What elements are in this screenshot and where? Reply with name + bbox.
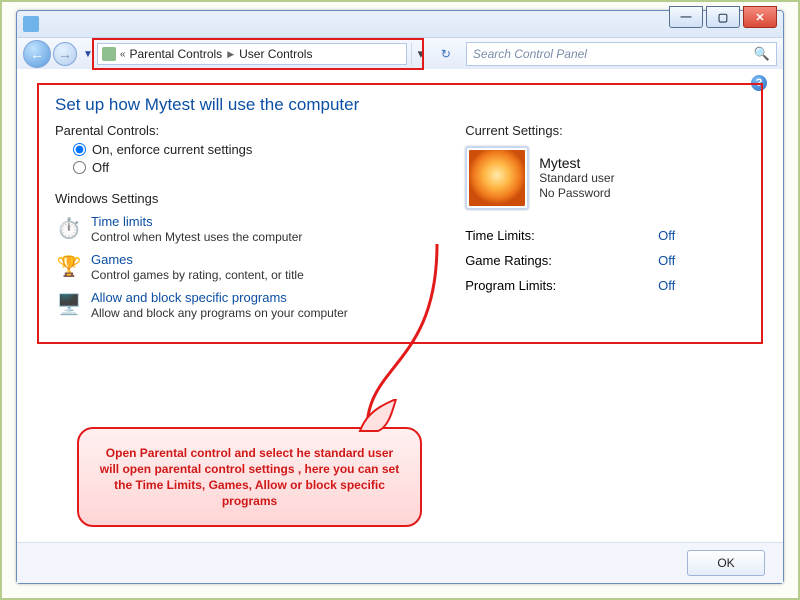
setting-programs[interactable]: 🖥️ Allow and block specific programs All… xyxy=(55,290,455,320)
trophy-icon: 🏆 xyxy=(55,252,83,280)
minimize-button[interactable]: — xyxy=(669,6,703,28)
breadcrumb-item-user-controls[interactable]: User Controls xyxy=(239,47,312,61)
clock-icon: ⏱️ xyxy=(55,214,83,242)
left-column: Parental Controls: On, enforce current s… xyxy=(55,123,455,328)
radio-off-input[interactable] xyxy=(73,161,86,174)
callout-text: Open Parental control and select he stan… xyxy=(95,445,404,510)
status-value-link[interactable]: Off xyxy=(658,253,675,268)
user-block: Mytest Standard user No Password xyxy=(465,146,745,210)
titlebar: — ▢ ✕ xyxy=(17,11,783,38)
chevron-back-icon: « xyxy=(120,49,126,60)
history-dropdown-icon[interactable]: ▼ xyxy=(83,49,93,60)
refresh-button[interactable]: ↻ xyxy=(436,44,456,64)
search-icon: 🔍 xyxy=(754,46,770,62)
avatar xyxy=(465,146,529,210)
time-limits-link[interactable]: Time limits xyxy=(91,214,302,229)
maximize-button[interactable]: ▢ xyxy=(706,6,740,28)
search-placeholder: Search Control Panel xyxy=(473,47,587,61)
radio-off[interactable]: Off xyxy=(73,160,455,175)
annotation-callout: Open Parental control and select he stan… xyxy=(77,427,422,527)
right-column: Current Settings: Mytest Standard user N… xyxy=(455,123,745,328)
status-value-link[interactable]: Off xyxy=(658,278,675,293)
user-name: Mytest xyxy=(539,155,614,171)
radio-on-input[interactable] xyxy=(73,143,86,156)
parental-controls-label: Parental Controls: xyxy=(55,123,455,138)
games-link[interactable]: Games xyxy=(91,252,304,267)
status-label: Game Ratings: xyxy=(465,253,552,268)
breadcrumb-dropdown-icon[interactable]: ▾ xyxy=(411,43,430,65)
programs-link[interactable]: Allow and block specific programs xyxy=(91,290,348,305)
page-title: Set up how Mytest will use the computer xyxy=(55,95,745,115)
status-label: Program Limits: xyxy=(465,278,556,293)
radio-on[interactable]: On, enforce current settings xyxy=(73,142,455,157)
callout-tail-icon xyxy=(358,399,398,433)
annotation-main-box: Set up how Mytest will use the computer … xyxy=(37,83,763,344)
time-limits-desc: Control when Mytest uses the computer xyxy=(91,230,302,244)
refresh-icon: ↻ xyxy=(441,47,451,61)
status-label: Time Limits: xyxy=(465,228,535,243)
app-icon xyxy=(23,16,39,32)
back-button[interactable]: ← xyxy=(23,40,51,68)
bottom-bar: OK xyxy=(17,542,783,583)
content-pane: ? Set up how Mytest will use the compute… xyxy=(17,69,783,543)
arrow-right-icon: → xyxy=(58,46,72,62)
location-icon xyxy=(102,47,116,61)
current-settings-label: Current Settings: xyxy=(465,123,745,138)
ok-button[interactable]: OK xyxy=(687,550,765,576)
windows-settings-heading: Windows Settings xyxy=(55,191,455,206)
status-row-game-ratings: Game Ratings: Off xyxy=(465,253,675,268)
close-button[interactable]: ✕ xyxy=(743,6,777,28)
chevron-right-icon: ▶ xyxy=(227,49,234,60)
status-row-program-limits: Program Limits: Off xyxy=(465,278,675,293)
status-table: Time Limits: Off Game Ratings: Off Progr… xyxy=(465,228,745,293)
arrow-left-icon: ← xyxy=(30,46,44,62)
setting-time-limits[interactable]: ⏱️ Time limits Control when Mytest uses … xyxy=(55,214,455,244)
forward-button[interactable]: → xyxy=(53,42,77,66)
user-role: Standard user xyxy=(539,171,614,186)
breadcrumb[interactable]: « Parental Controls ▶ User Controls xyxy=(97,43,407,65)
radio-on-label: On, enforce current settings xyxy=(92,142,252,157)
avatar-image-icon xyxy=(469,150,525,206)
breadcrumb-item-parental[interactable]: Parental Controls xyxy=(129,47,222,61)
radio-off-label: Off xyxy=(92,160,109,175)
setting-games[interactable]: 🏆 Games Control games by rating, content… xyxy=(55,252,455,282)
status-row-time-limits: Time Limits: Off xyxy=(465,228,675,243)
programs-desc: Allow and block any programs on your com… xyxy=(91,306,348,320)
status-value-link[interactable]: Off xyxy=(658,228,675,243)
search-input[interactable]: Search Control Panel 🔍 xyxy=(466,42,777,66)
games-desc: Control games by rating, content, or tit… xyxy=(91,268,304,282)
nav-bar: ← → ▼ « Parental Controls ▶ User Control… xyxy=(17,38,783,71)
programs-icon: 🖥️ xyxy=(55,290,83,318)
control-panel-window: — ▢ ✕ ← → ▼ « Parental Controls ▶ User C… xyxy=(16,10,784,584)
user-password-status: No Password xyxy=(539,186,614,201)
